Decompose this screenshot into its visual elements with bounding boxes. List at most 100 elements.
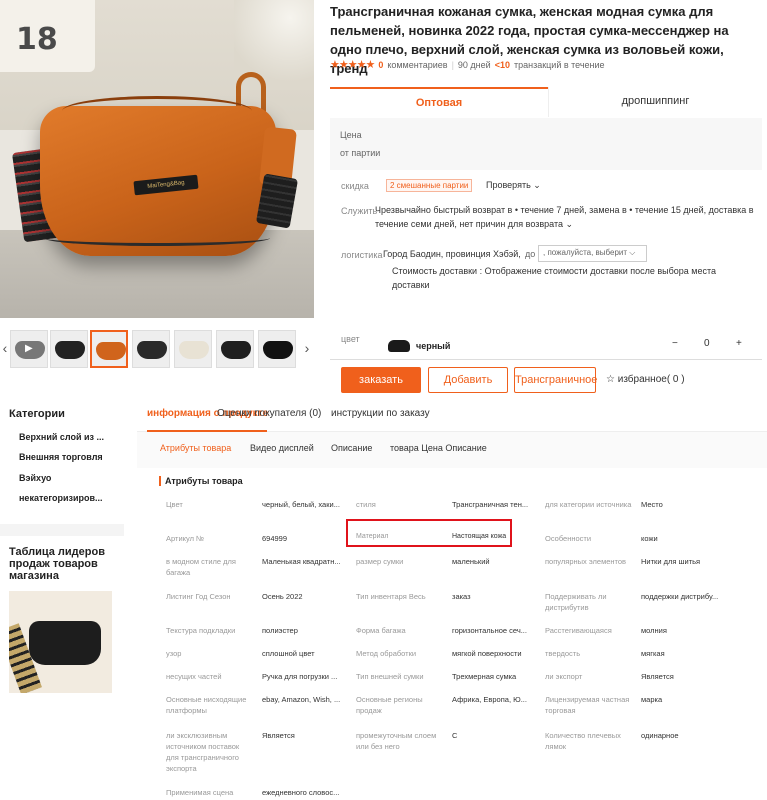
subtab-video[interactable]: Видео дисплей xyxy=(250,443,314,453)
material-highlight-box xyxy=(346,519,512,547)
comments-label[interactable]: комментариев xyxy=(387,60,447,70)
bag-edge xyxy=(44,230,270,246)
leaderboard-box: Таблица лидеров продаж товаров магазина xyxy=(0,536,124,800)
tab-wholesale[interactable]: Оптовая xyxy=(330,87,548,117)
subtab-description[interactable]: Описание xyxy=(331,443,372,453)
subtab-attributes[interactable]: Атрибуты товара xyxy=(160,443,231,453)
attribute-key: размер сумки xyxy=(356,557,404,566)
thumb-next-icon[interactable]: › xyxy=(302,340,312,356)
attribute-value: молния xyxy=(641,626,667,635)
category-item[interactable]: Внешняя торговля xyxy=(19,452,115,462)
color-label: цвет xyxy=(341,334,360,344)
thumbnail-image[interactable] xyxy=(50,330,88,368)
logistics-origin: Город Баодин, провинция Хэбэй, xyxy=(383,249,521,259)
decrement-button[interactable]: − xyxy=(672,338,678,349)
leaderboard-product-image[interactable] xyxy=(9,591,112,693)
attribute-key: Цвет xyxy=(166,500,183,509)
attribute-value: Африка, Европа, Ю... xyxy=(452,695,527,704)
bag-zipper xyxy=(62,96,252,126)
attribute-value: марка xyxy=(641,695,663,704)
tab-reviews[interactable]: Оценки покупателя (0) xyxy=(217,408,321,419)
attribute-value: Место xyxy=(641,500,663,509)
color-swatch-black[interactable] xyxy=(388,340,410,352)
attribute-value: ежедневного словос... xyxy=(262,788,340,797)
categories-box: Категории Верхний слой из ... Внешняя то… xyxy=(0,396,124,524)
attribute-value: Трансграничная тен... xyxy=(452,500,529,509)
check-dropdown[interactable]: Проверять ⌄ xyxy=(486,180,541,191)
bag-body xyxy=(29,621,101,665)
attribute-value: Осень 2022 xyxy=(262,592,303,601)
attribute-value: мягкой поверхности xyxy=(452,649,522,658)
color-name: черный xyxy=(416,341,451,351)
attribute-value: Является xyxy=(641,672,674,681)
purchase-mode-tabs: Оптовая дропшиппинг xyxy=(330,87,762,117)
attribute-value: мягкая xyxy=(641,649,665,658)
tab-dropshipping[interactable]: дропшиппинг xyxy=(548,87,762,117)
attribute-key: Листинг Год Сезон xyxy=(166,592,231,601)
price-box: Цена от партии xyxy=(330,118,762,170)
detail-subtabs: Атрибуты товара Видео дисплей Описание т… xyxy=(137,432,767,468)
attribute-key: Тип инвентаря Весь xyxy=(356,592,426,601)
attribute-value: маленький xyxy=(452,557,490,566)
attribute-key: Тип внешней сумки xyxy=(356,672,424,681)
attribute-value: Трехмерная сумка xyxy=(452,672,517,681)
attribute-value: полиэстер xyxy=(262,626,298,635)
subtab-price-description[interactable]: товара Цена Описание xyxy=(390,443,487,453)
thumbnail-image[interactable] xyxy=(174,330,212,368)
attribute-key: Расстегивающаяся xyxy=(545,626,612,635)
quantity-input[interactable]: 0 xyxy=(704,338,710,349)
thumbnail-image[interactable] xyxy=(132,330,170,368)
thumb-prev-icon[interactable]: ‹ xyxy=(0,340,10,356)
category-item[interactable]: некатегоризиров... xyxy=(19,493,115,503)
thumbnail-image[interactable] xyxy=(216,330,254,368)
store-sidebar: Категории Верхний слой из ... Внешняя то… xyxy=(0,396,124,800)
product-main-image[interactable]: 18 MaiTeng&Bag xyxy=(0,0,314,318)
category-item[interactable]: Вэйхуо xyxy=(19,473,115,483)
background-calendar: 18 xyxy=(0,0,95,72)
thumbnail-image-active[interactable] xyxy=(90,330,128,368)
attribute-key: Лицензируемая частная торговая xyxy=(545,695,630,715)
attribute-key: ли экспорт xyxy=(545,672,583,681)
attribute-value: Маленькая квадратн... xyxy=(262,557,341,566)
rating-stars-icon: ★★★★★ xyxy=(330,59,375,71)
attribute-key: в модном стиле для багажа xyxy=(166,557,236,577)
order-now-button[interactable]: заказать сейчас xyxy=(341,367,421,410)
increment-button[interactable]: + xyxy=(736,338,742,349)
attribute-value: ebay, Amazon, Wish, ... xyxy=(262,695,341,704)
destination-select[interactable]: , пожалуйста, выберит ⌵ xyxy=(538,245,647,262)
attribute-value: Ручка для погрузки ... xyxy=(262,672,338,681)
price-label: Цена xyxy=(340,130,362,140)
attribute-key: Основные регионы продаж xyxy=(356,695,423,715)
attribute-key: Особенности xyxy=(545,534,592,543)
tab-order-instructions[interactable]: инструкции по заказу xyxy=(331,408,430,419)
attribute-key: промежуточным слоем или без него xyxy=(356,731,437,751)
attribute-key: Применимая сцена xyxy=(166,788,234,797)
bag-strap-right xyxy=(255,173,299,229)
attribute-key: Основные нисходящие платформы xyxy=(166,695,247,715)
thumbnail-video[interactable]: ▶ xyxy=(10,330,48,368)
attribute-key: Форма багажа xyxy=(356,626,406,635)
attribute-value: черный, белый, хаки... xyxy=(262,500,340,509)
rating-row: ★★★★★ 0 комментариев | 90 дней <10 транз… xyxy=(330,58,605,71)
cross-border-button[interactable]: Трансграничное xyxy=(514,367,597,393)
thumbnail-image[interactable] xyxy=(258,330,296,368)
discount-tag: 2 смешанные партии xyxy=(386,179,473,192)
attribute-value: сплошной цвет xyxy=(262,649,315,658)
color-row: цвет черный − 0 + xyxy=(330,330,762,360)
category-item[interactable]: Верхний слой из ... xyxy=(19,432,115,442)
attribute-key: ли эксклюзивным источником поставок для … xyxy=(166,731,240,773)
attribute-key: Текстура подкладки xyxy=(166,626,236,635)
attribute-key: твердость xyxy=(545,649,581,658)
attribute-key: Метод обработки xyxy=(356,649,417,658)
transactions-label: транзакций в течение xyxy=(513,59,605,70)
attribute-value: горизонтальное сеч... xyxy=(452,626,527,635)
service-text[interactable]: Чрезвычайно быстрый возврат в • течение … xyxy=(375,203,760,231)
attribute-key: Поддерживать ли дистрибутив xyxy=(545,592,607,612)
add-to-cart-button[interactable]: Добавить xyxy=(428,367,508,393)
attribute-key: для категории источника xyxy=(545,500,632,509)
logistics-to-label: до xyxy=(525,249,536,259)
favorite-button[interactable]: ☆ избранное( 0 ) xyxy=(606,374,685,385)
days-label: 90 дней xyxy=(457,59,491,70)
attribute-key: несущих частей xyxy=(166,672,222,681)
comments-count[interactable]: 0 xyxy=(378,60,383,70)
